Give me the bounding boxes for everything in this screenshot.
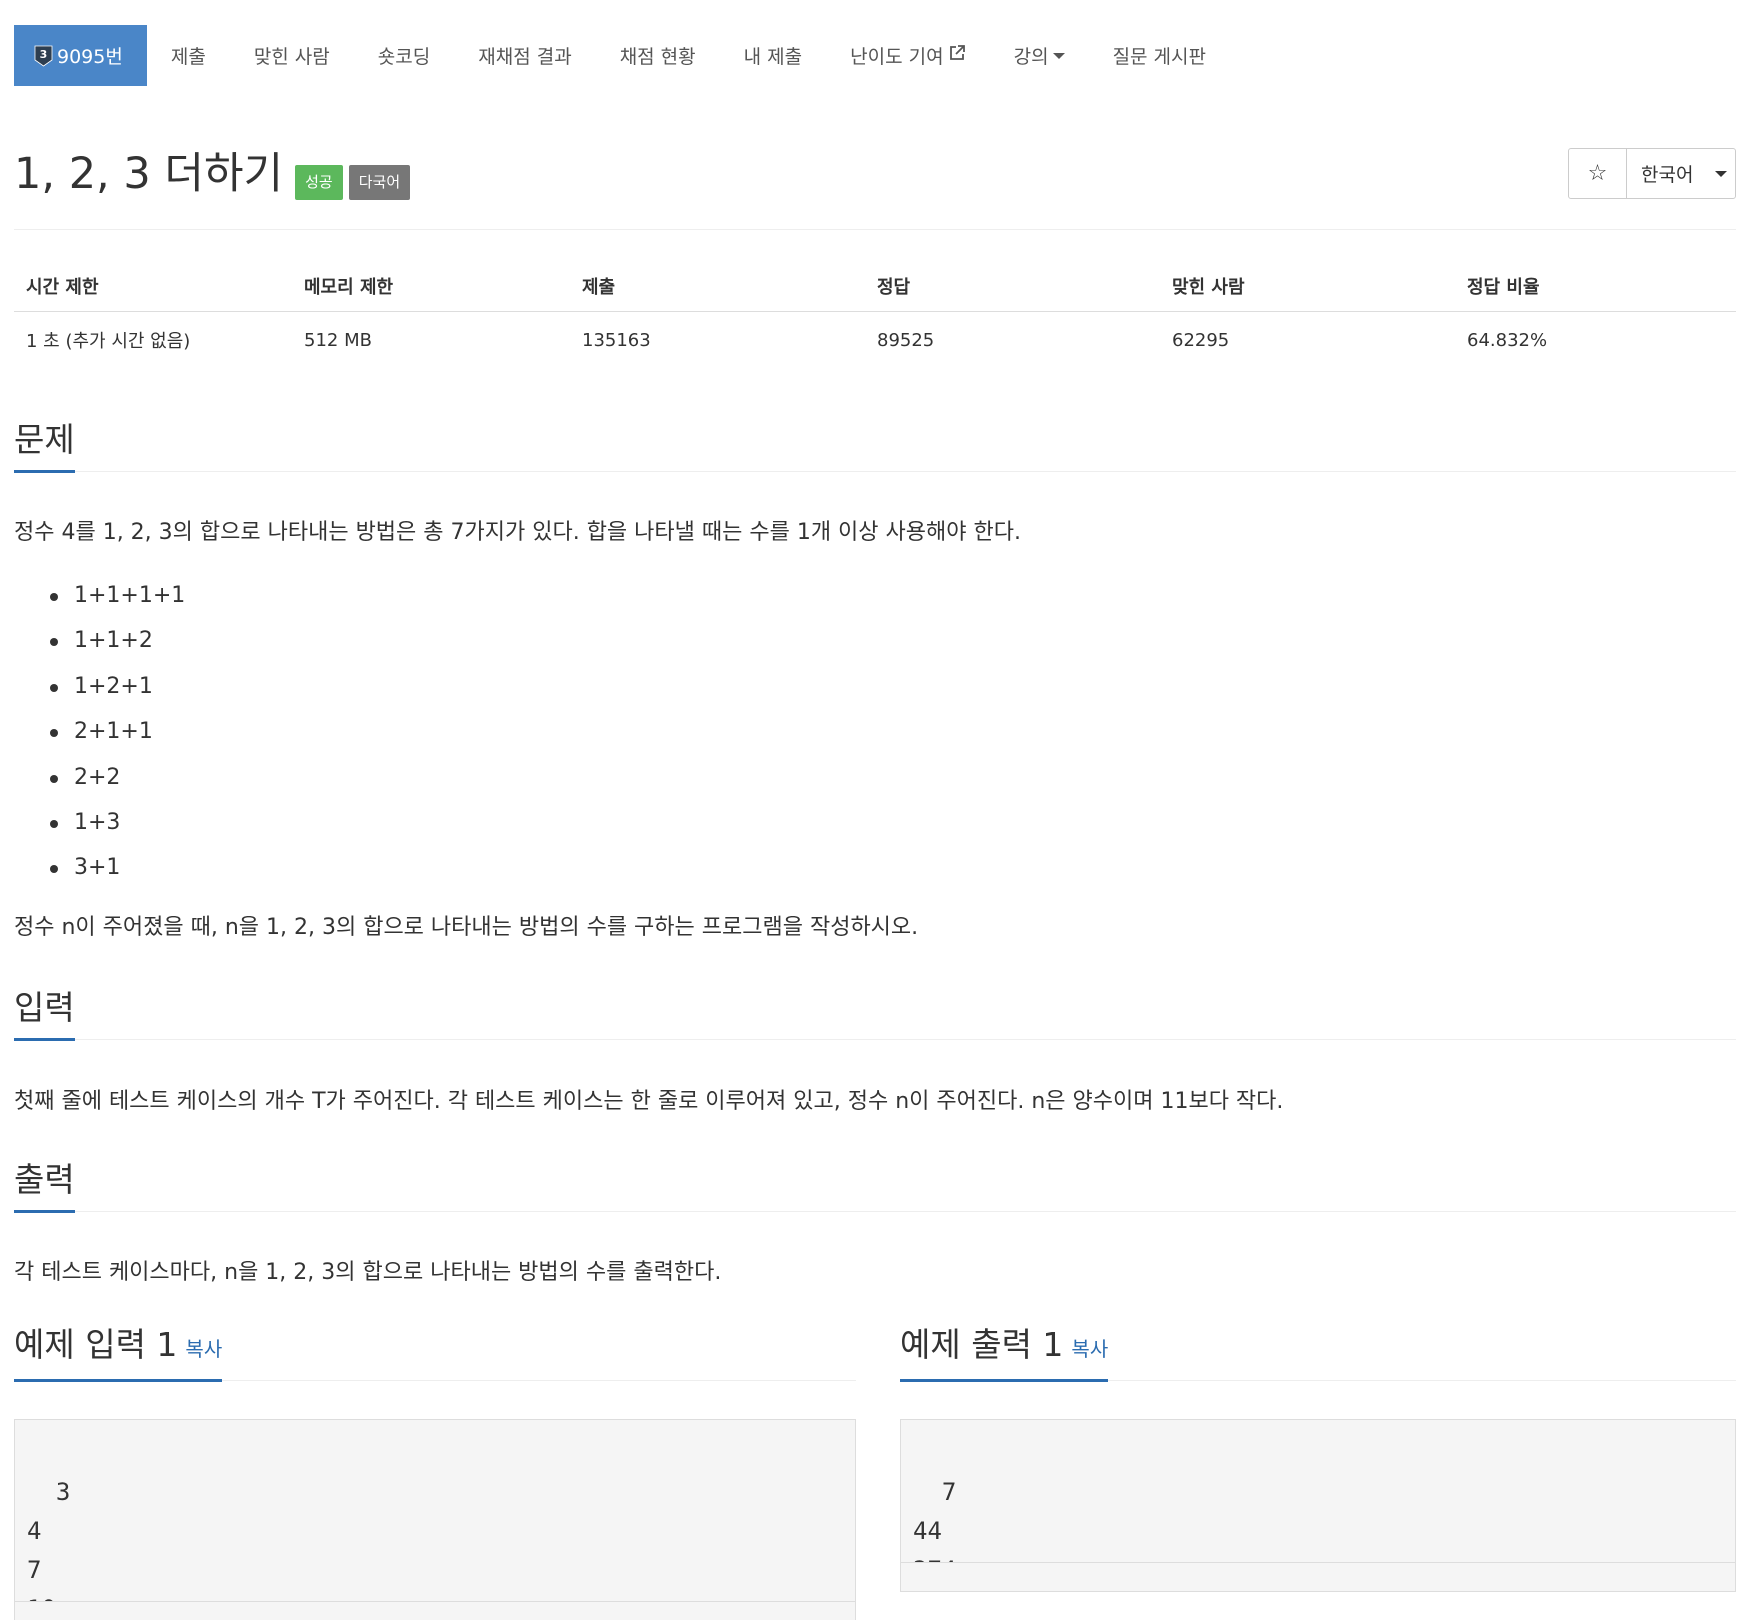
submissions-value: 135163 bbox=[570, 311, 865, 364]
problem-outro: 정수 n이 주어졌을 때, n을 1, 2, 3의 합으로 나타내는 방법의 수… bbox=[14, 915, 919, 940]
nav-submit[interactable]: 제출 bbox=[147, 25, 230, 86]
sample-output-heading: 예제 출력 1 복사 bbox=[900, 1325, 1109, 1382]
problem-heading: 문제 bbox=[14, 420, 75, 473]
sample-output-box[interactable]: 7 44 274 bbox=[900, 1419, 1736, 1592]
nav-lectures-dropdown[interactable]: 강의 bbox=[990, 25, 1089, 86]
output-section-heading: 출력 bbox=[14, 1158, 1736, 1213]
problem-nav: 3 9095번 제출 맞힌 사람 숏코딩 재채점 결과 채점 현황 내 제출 난… bbox=[14, 25, 1230, 86]
sample-output-copy-button[interactable]: 복사 bbox=[1071, 1337, 1108, 1361]
memory-limit-value: 512 MB bbox=[292, 311, 570, 364]
list-item: 1+1+2 bbox=[14, 618, 185, 663]
nav-qna-board-label: 질문 게시판 bbox=[1112, 46, 1207, 68]
nav-solved-users-label: 맞힌 사람 bbox=[253, 46, 330, 68]
table-row: 1 초 (추가 시간 없음) 512 MB 135163 89525 62295… bbox=[14, 311, 1736, 364]
nav-rejudge-results[interactable]: 재채점 결과 bbox=[454, 25, 595, 86]
problem-example-list: 1+1+1+1 1+1+2 1+2+1 2+1+1 2+2 1+3 3+1 bbox=[14, 573, 185, 891]
sample-output-section-heading: 예제 출력 1 복사 bbox=[900, 1325, 1736, 1382]
solvers-value: 62295 bbox=[1160, 311, 1455, 364]
accepted-header: 정답 bbox=[865, 262, 1160, 312]
nav-short-coding-label: 숏코딩 bbox=[377, 46, 431, 68]
caret-down-icon bbox=[1052, 52, 1065, 59]
sample-input-scrollbar[interactable] bbox=[15, 1601, 855, 1620]
tier-badge-icon: 3 bbox=[34, 45, 53, 67]
accepted-value: 89525 bbox=[865, 311, 1160, 364]
status-badge-success: 성공 bbox=[295, 165, 343, 200]
list-item: 3+1 bbox=[14, 845, 185, 890]
external-link-icon bbox=[948, 44, 966, 67]
memory-limit-header: 메모리 제한 bbox=[292, 262, 570, 312]
favorite-star-button[interactable]: ☆ bbox=[1569, 149, 1627, 198]
sample-input-heading-text: 예제 입력 1 bbox=[14, 1325, 178, 1364]
nav-solved-users[interactable]: 맞힌 사람 bbox=[230, 25, 354, 86]
output-description: 각 테스트 케이스마다, n을 1, 2, 3의 합으로 나타내는 방법의 수를… bbox=[14, 1260, 722, 1285]
nav-judge-status[interactable]: 채점 현황 bbox=[596, 25, 720, 86]
problem-title: 1, 2, 3 더하기 bbox=[14, 149, 284, 199]
nav-problem-number-label: 9095번 bbox=[57, 46, 123, 68]
language-select[interactable]: 한국어 bbox=[1627, 149, 1735, 198]
title-divider bbox=[14, 229, 1736, 230]
accept-ratio-value: 64.832% bbox=[1455, 311, 1736, 364]
table-header-row: 시간 제한 메모리 제한 제출 정답 맞힌 사람 정답 비율 bbox=[14, 262, 1736, 312]
sample-input-section-heading: 예제 입력 1 복사 bbox=[14, 1325, 856, 1382]
title-row: 1, 2, 3 더하기 성공 다국어 bbox=[14, 144, 411, 204]
nav-qna-board[interactable]: 질문 게시판 bbox=[1089, 25, 1230, 86]
problem-intro: 정수 4를 1, 2, 3의 합으로 나타내는 방법은 총 7가지가 있다. 합… bbox=[14, 520, 1021, 545]
nav-difficulty-contribution[interactable]: 난이도 기여 bbox=[826, 25, 989, 86]
multilingual-badge[interactable]: 다국어 bbox=[348, 165, 411, 200]
problem-info-table: 시간 제한 메모리 제한 제출 정답 맞힌 사람 정답 비율 1 초 (추가 시… bbox=[14, 262, 1736, 364]
list-item: 1+3 bbox=[14, 800, 185, 845]
nav-difficulty-contribution-label: 난이도 기여 bbox=[850, 46, 944, 68]
sample-output-scrollbar[interactable] bbox=[901, 1562, 1735, 1591]
submissions-header: 제출 bbox=[570, 262, 865, 312]
output-heading: 출력 bbox=[14, 1160, 75, 1213]
sample-input-content: 3 4 7 10 bbox=[27, 1478, 71, 1620]
problem-section-heading: 문제 bbox=[14, 418, 1736, 473]
nav-problem-number[interactable]: 3 9095번 bbox=[14, 25, 147, 86]
language-select-value: 한국어 bbox=[1641, 164, 1694, 186]
list-item: 2+1+1 bbox=[14, 709, 185, 754]
sample-input-copy-button[interactable]: 복사 bbox=[185, 1337, 222, 1361]
nav-rejudge-results-label: 재채점 결과 bbox=[478, 46, 572, 68]
sample-input-box[interactable]: 3 4 7 10 bbox=[14, 1419, 856, 1620]
solvers-header: 맞힌 사람 bbox=[1160, 262, 1455, 312]
sample-output-heading-text: 예제 출력 1 bbox=[900, 1325, 1064, 1364]
nav-my-submissions[interactable]: 내 제출 bbox=[720, 25, 826, 86]
tier-number: 3 bbox=[40, 48, 48, 61]
title-actions: ☆ 한국어 bbox=[1568, 148, 1736, 199]
input-heading: 입력 bbox=[14, 988, 75, 1041]
nav-short-coding[interactable]: 숏코딩 bbox=[354, 25, 454, 86]
accept-ratio-header: 정답 비율 bbox=[1455, 262, 1736, 312]
list-item: 1+2+1 bbox=[14, 664, 185, 709]
nav-judge-status-label: 채점 현황 bbox=[619, 46, 696, 68]
list-item: 2+2 bbox=[14, 755, 185, 800]
chevron-down-icon bbox=[1715, 170, 1728, 177]
star-icon: ☆ bbox=[1587, 161, 1608, 186]
list-item: 1+1+1+1 bbox=[14, 573, 185, 618]
sample-input-heading: 예제 입력 1 복사 bbox=[14, 1325, 223, 1382]
nav-lectures-label: 강의 bbox=[1013, 46, 1049, 68]
input-section-heading: 입력 bbox=[14, 986, 1736, 1041]
nav-submit-label: 제출 bbox=[170, 46, 206, 68]
input-description: 첫째 줄에 테스트 케이스의 개수 T가 주어진다. 각 테스트 케이스는 한 … bbox=[14, 1089, 1284, 1114]
nav-my-submissions-label: 내 제출 bbox=[743, 46, 803, 68]
time-limit-value: 1 초 (추가 시간 없음) bbox=[14, 311, 292, 364]
time-limit-header: 시간 제한 bbox=[14, 262, 292, 312]
